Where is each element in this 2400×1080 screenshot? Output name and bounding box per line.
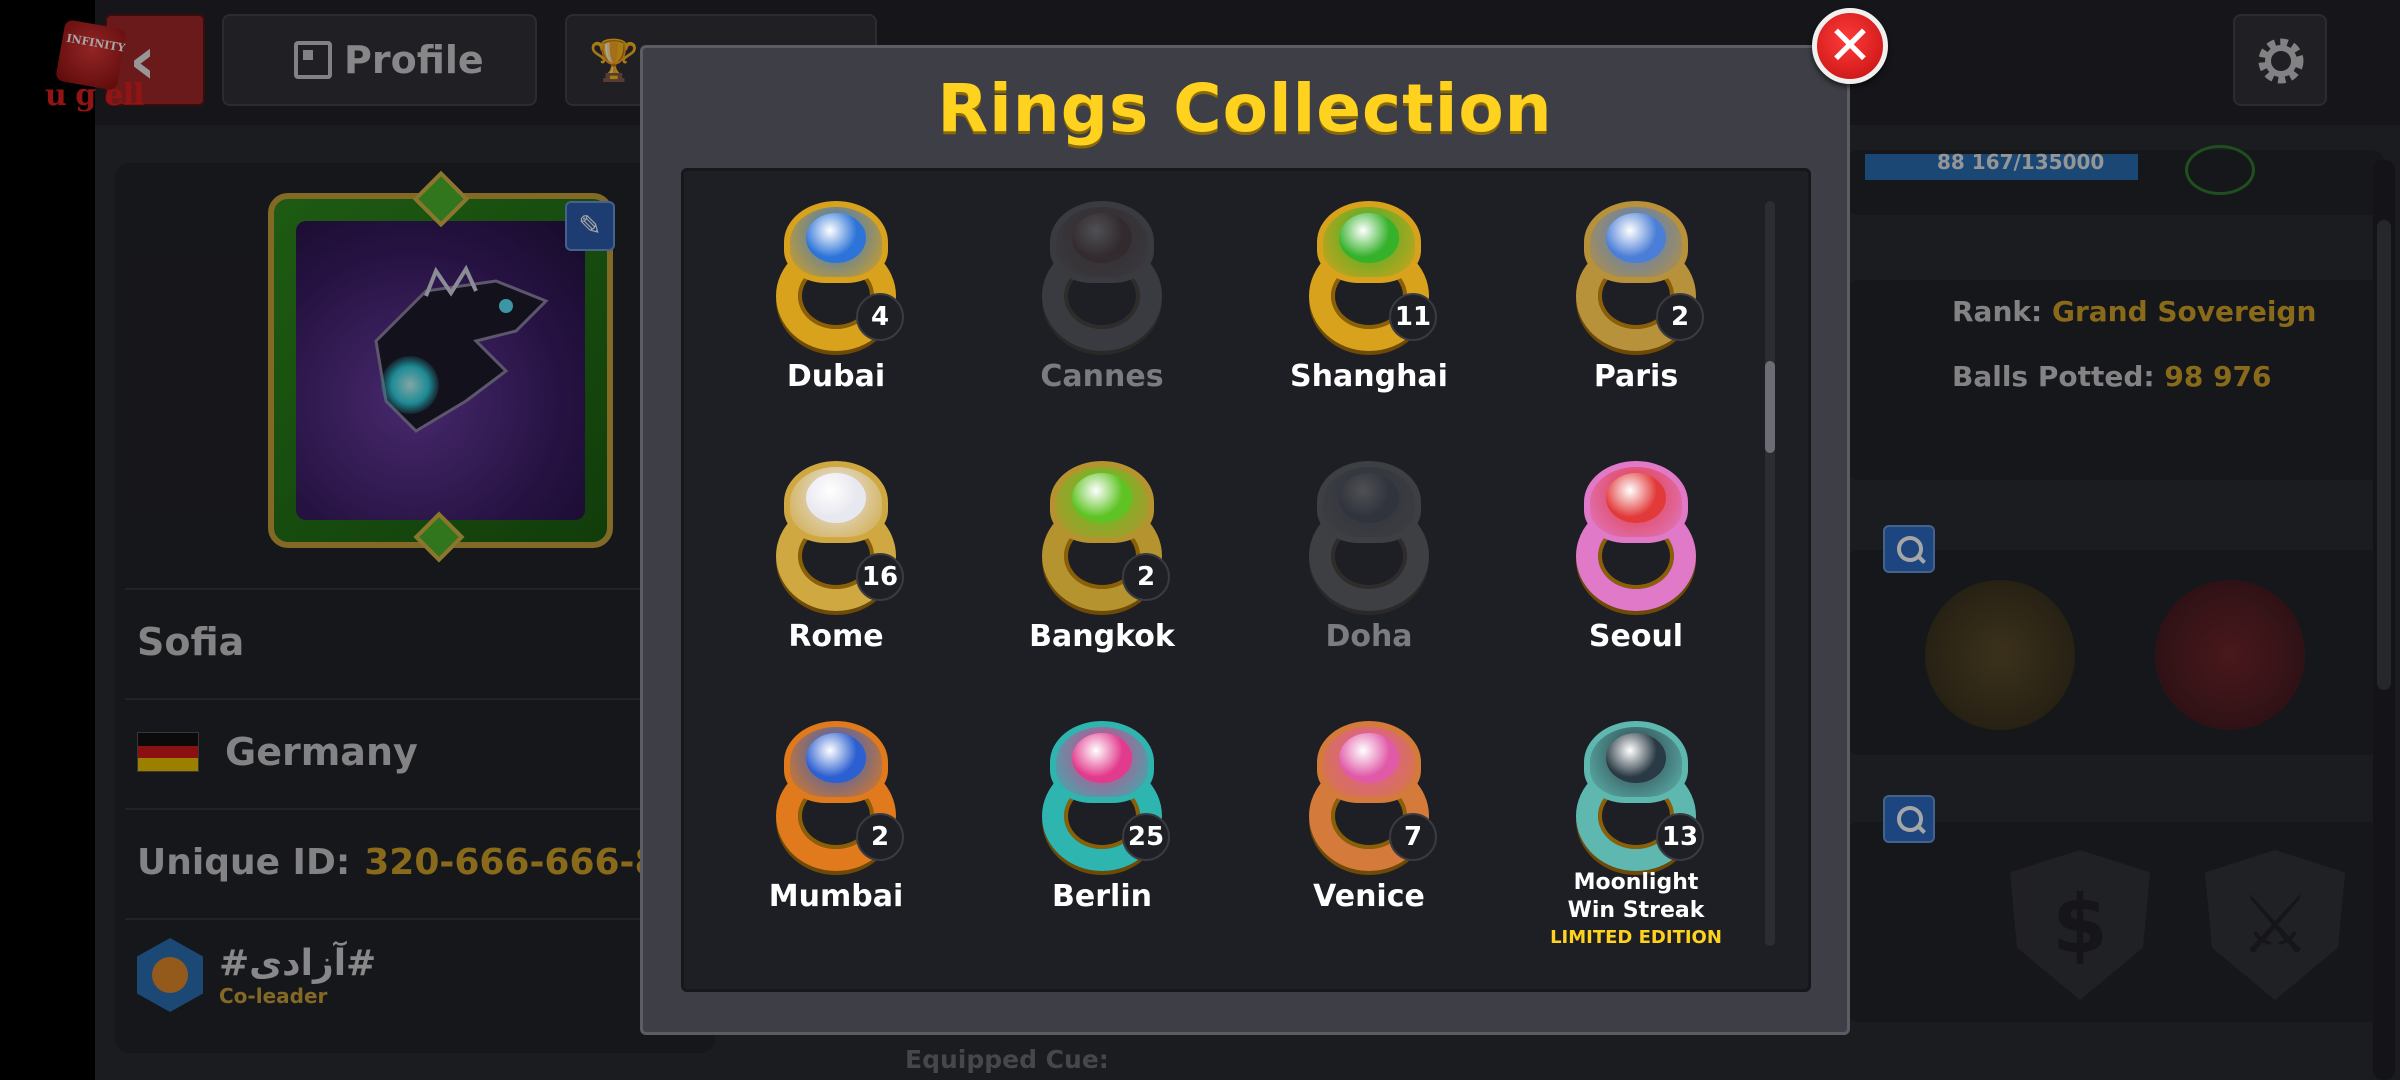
ring-count-badge: 13 xyxy=(1656,813,1704,861)
ring-name: Cannes xyxy=(1040,359,1164,394)
close-modal-button[interactable]: ✕ xyxy=(1812,8,1888,84)
modal-title: Rings Collection xyxy=(937,70,1553,147)
ring-item[interactable]: 25 Berlin xyxy=(1002,721,1202,961)
ring-item[interactable]: 7 Venice xyxy=(1269,721,1469,961)
ring-item[interactable]: 11 Shanghai xyxy=(1269,201,1469,441)
ring-name: Mumbai xyxy=(768,879,904,914)
ring-count-badge: 11 xyxy=(1389,293,1437,341)
ring-name: Dubai xyxy=(786,359,886,394)
ring-count-badge: 2 xyxy=(856,813,904,861)
ring-item[interactable]: 16 Rome xyxy=(736,461,936,701)
ring-image xyxy=(1299,461,1439,611)
ring-item[interactable]: Cannes xyxy=(1002,201,1202,441)
limited-edition-tag: LIMITED EDITION xyxy=(1550,927,1722,948)
ring-count-badge: 4 xyxy=(856,293,904,341)
ring-count-badge: 2 xyxy=(1656,293,1704,341)
ring-name: Berlin xyxy=(1052,879,1152,914)
ring-name: Rome xyxy=(788,619,884,654)
rings-grid-scroll-thumb[interactable] xyxy=(1765,361,1775,453)
ring-image xyxy=(1566,461,1706,611)
ring-item[interactable]: 2 Bangkok xyxy=(1002,461,1202,701)
ring-item[interactable]: Seoul xyxy=(1536,461,1736,701)
ring-name: Doha xyxy=(1325,619,1413,654)
rings-grid: 4 Dubai Cannes 11 Shanghai 2 Paris 16 Rome 2 Bangk… xyxy=(681,168,1811,992)
ring-item[interactable]: Doha xyxy=(1269,461,1469,701)
ring-name: Moonlight Win Streak xyxy=(1567,870,1705,923)
ring-count-badge: 7 xyxy=(1389,813,1437,861)
ring-item[interactable]: 13 Moonlight Win Streak LIMITED EDITION xyxy=(1536,721,1736,961)
ring-item[interactable]: 2 Paris xyxy=(1536,201,1736,441)
close-x-icon: ✕ xyxy=(1827,14,1873,77)
ring-count-badge: 2 xyxy=(1122,553,1170,601)
ring-name: Bangkok xyxy=(1029,619,1175,654)
ring-count-badge: 16 xyxy=(856,553,904,601)
rings-grid-scrollbar[interactable] xyxy=(1765,201,1775,946)
ring-name: Seoul xyxy=(1588,619,1684,654)
ring-count-badge: 25 xyxy=(1122,813,1170,861)
ring-image xyxy=(1032,201,1172,351)
ring-item[interactable]: 4 Dubai xyxy=(736,201,936,441)
ring-name: Venice xyxy=(1313,879,1425,914)
ring-item[interactable]: 2 Mumbai xyxy=(736,721,936,961)
rings-collection-modal: Rings Collection 4 Dubai Cannes 11 Shanghai 2… xyxy=(640,45,1850,1035)
ring-name: Shanghai xyxy=(1290,359,1448,394)
ring-name: Paris xyxy=(1593,359,1679,394)
